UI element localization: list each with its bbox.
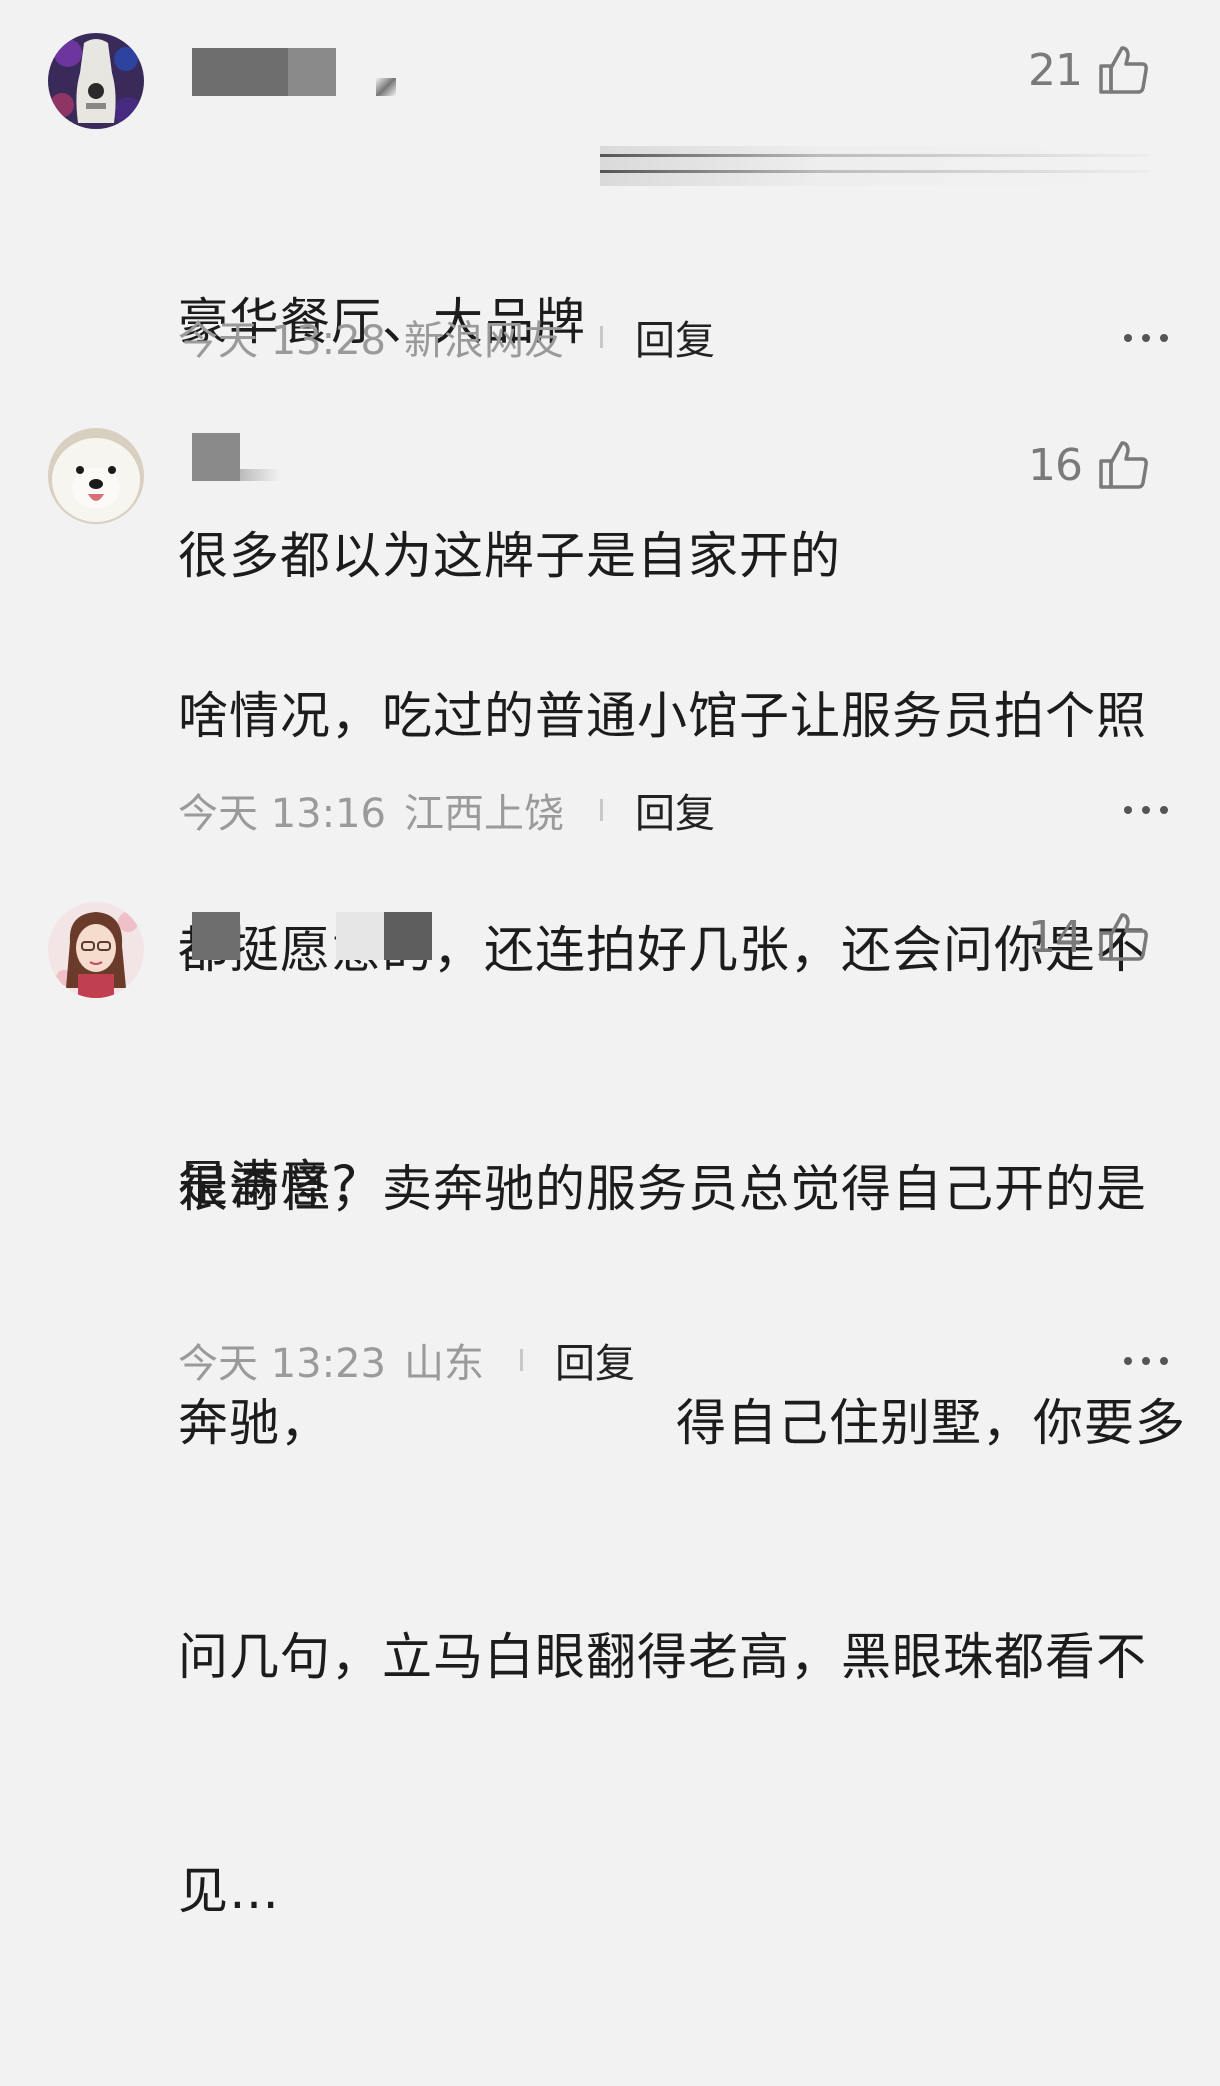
thumbs-up-icon[interactable] — [1098, 439, 1150, 491]
like-count: 21 — [1028, 44, 1083, 96]
reply-button[interactable]: 回复 — [635, 308, 715, 366]
like-control[interactable]: 14 — [1028, 907, 1150, 967]
divider — [600, 799, 603, 821]
comment-body: 很奇怪，卖奔驰的服务员总觉得自己开的是 奔驰， 得自己住别墅，你要多 问几句，立马… — [178, 994, 1185, 2086]
comment-line: 得自己住别墅，你要多 — [676, 1394, 1186, 1452]
redaction-smear — [600, 146, 1150, 186]
location: 山东 — [404, 1341, 484, 1387]
location: 新浪网友 — [404, 318, 564, 364]
username-redacted[interactable] — [192, 48, 412, 96]
reply-button[interactable]: 回复 — [635, 781, 715, 839]
thumbs-up-icon[interactable] — [1098, 911, 1150, 963]
timestamp: 今天 13:28 — [178, 318, 386, 364]
avatar[interactable] — [48, 902, 144, 998]
avatar[interactable] — [48, 33, 144, 129]
more-dots-icon[interactable] — [1124, 1355, 1168, 1367]
thumbs-up-icon[interactable] — [1098, 44, 1150, 96]
like-control[interactable]: 16 — [1028, 435, 1150, 495]
more-dots-icon[interactable] — [1124, 804, 1168, 816]
avatar[interactable] — [48, 428, 144, 524]
like-count: 14 — [1028, 911, 1083, 963]
like-control[interactable]: 21 — [1028, 40, 1150, 100]
comment-line: 问几句，立马白眼翻得老高，黑眼珠都看不 — [178, 1628, 1147, 1686]
divider — [600, 326, 603, 348]
comment-meta: 今天 13:16 江西上饶 回复 — [178, 785, 715, 837]
comment-meta: 今天 13:23 山东 回复 — [178, 1335, 635, 1387]
reply-button[interactable]: 回复 — [555, 1331, 635, 1389]
comment-meta: 今天 13:28 新浪网友 回复 — [178, 312, 715, 364]
more-dots-icon[interactable] — [1124, 332, 1168, 344]
username-redacted[interactable] — [192, 912, 442, 960]
comment-line: 很奇怪，卖奔驰的服务员总觉得自己开的是 — [178, 1160, 1147, 1218]
comment-line: 啥情况，吃过的普通小馆子让服务员拍个照 — [178, 687, 1147, 745]
comment-line: 奔驰， — [178, 1394, 331, 1452]
timestamp: 今天 13:16 — [178, 791, 386, 837]
like-count: 16 — [1028, 439, 1083, 491]
location: 江西上饶 — [404, 791, 564, 837]
comment-line: 见… — [178, 1862, 280, 1920]
username-redacted[interactable] — [192, 433, 292, 481]
divider — [520, 1349, 523, 1371]
timestamp: 今天 13:23 — [178, 1341, 386, 1387]
